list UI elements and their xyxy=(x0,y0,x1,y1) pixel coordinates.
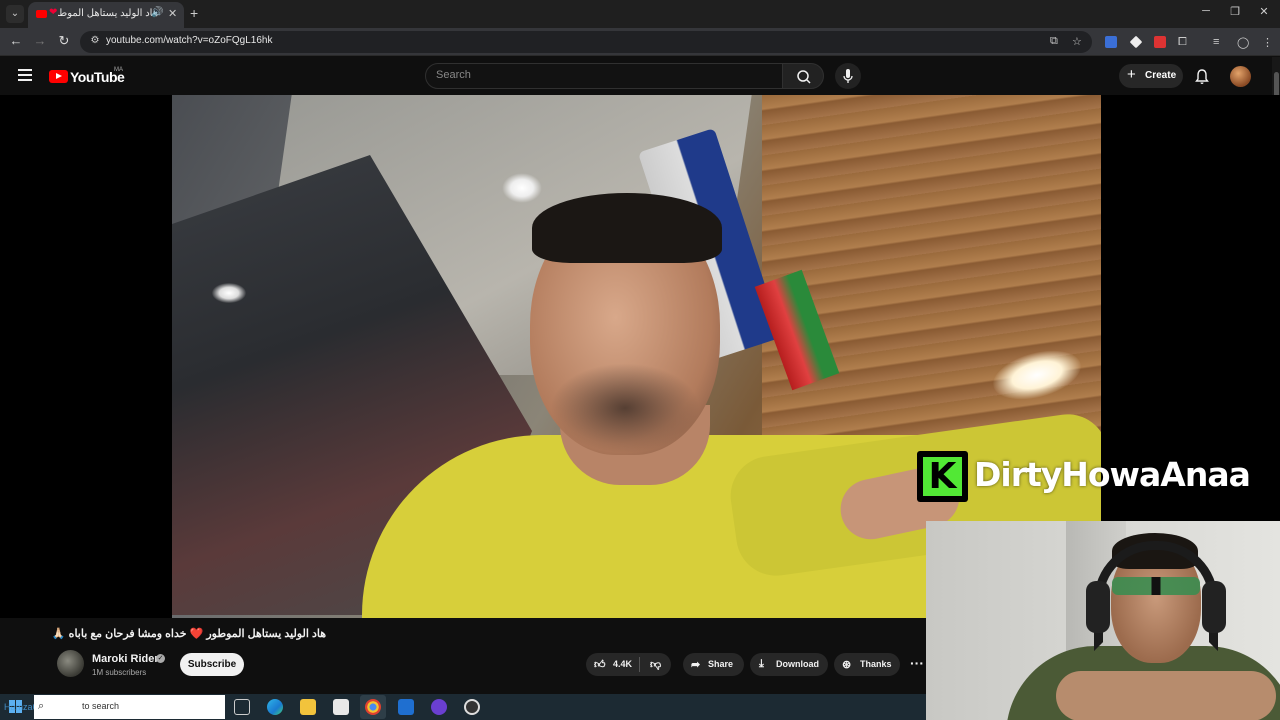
subscribe-button[interactable]: Subscribe xyxy=(180,653,244,676)
bookmark-star-icon[interactable]: ☆ xyxy=(1072,35,1082,48)
share-button[interactable]: ➦ Share xyxy=(683,653,744,676)
forward-button[interactable]: → xyxy=(31,33,49,48)
download-icon: ⤓ xyxy=(759,658,764,670)
search-icon xyxy=(797,70,811,84)
tab-search-button[interactable]: ⌄ xyxy=(6,5,24,23)
video-frame-person-beard xyxy=(550,363,700,453)
more-actions-icon[interactable]: ··· xyxy=(910,655,924,671)
profile-icon[interactable]: ◯ xyxy=(1237,36,1249,49)
channel-name[interactable]: Maroki Rider xyxy=(92,653,159,665)
minimize-button[interactable]: ─ xyxy=(1196,5,1216,17)
search-box[interactable] xyxy=(425,63,783,89)
country-code: MA xyxy=(114,67,123,73)
browser-tab-strip: ⌄ ❤ هاد الوليد يستاهل الموطور 🔊 ✕ + ─ ❐ … xyxy=(0,0,1280,28)
youtube-favicon-icon xyxy=(36,10,47,18)
stream-overlay-brand: K DirtyHowaAnaa xyxy=(917,449,1277,502)
like-count[interactable]: 4.4K xyxy=(613,659,632,669)
microsoft-store-icon[interactable] xyxy=(333,699,349,715)
thanks-button[interactable]: ⊛ Thanks xyxy=(834,653,900,676)
close-window-button[interactable]: ✕ xyxy=(1254,5,1274,18)
notifications-button[interactable] xyxy=(1193,68,1211,86)
bell-icon xyxy=(1195,69,1209,84)
verified-badge-icon: ✓ xyxy=(156,654,165,663)
edge-browser-icon[interactable] xyxy=(267,699,283,715)
heart-icon: ❤ xyxy=(49,7,58,18)
url-text[interactable]: youtube.com/watch?v=oZoFQgL16hk xyxy=(106,35,272,46)
search-icon: ⌕ xyxy=(38,700,45,712)
voice-search-button[interactable] xyxy=(835,63,861,89)
video-frame-person-hair xyxy=(532,193,722,263)
video-details: هاد الوليد يستاهل الموطور ❤️ خداه ومشا ف… xyxy=(0,618,926,694)
search-button[interactable] xyxy=(782,63,824,89)
hamburger-menu-icon[interactable] xyxy=(18,69,32,81)
account-avatar[interactable] xyxy=(1230,66,1251,87)
outlook-icon[interactable] xyxy=(398,699,414,715)
create-button[interactable]: + Create xyxy=(1119,64,1183,88)
share-label: Share xyxy=(708,659,734,669)
video-frame-light xyxy=(502,173,542,203)
maximize-button[interactable]: ❐ xyxy=(1225,5,1245,18)
video-title: هاد الوليد يستاهل الموطور ❤️ خداه ومشا ف… xyxy=(51,628,326,640)
extension-icon[interactable] xyxy=(1129,35,1143,49)
tab-title: هاد الوليد يستاهل الموطور xyxy=(58,8,158,19)
chrome-browser-icon[interactable] xyxy=(365,699,381,715)
youtube-header: YouTube MA + Create xyxy=(0,57,1280,95)
headset-earcup xyxy=(1086,581,1110,633)
download-button[interactable]: ⤓ Download xyxy=(750,653,828,676)
video-frame-light xyxy=(212,283,246,303)
windows-taskbar: Hamza6SH ⌕ to search xyxy=(0,694,926,720)
translate-extension-icon[interactable] xyxy=(1105,36,1117,48)
speaker-icon[interactable]: 🔊 xyxy=(151,7,163,18)
thanks-icon: ⊛ xyxy=(842,659,852,671)
file-explorer-icon[interactable] xyxy=(300,699,316,715)
browser-menu-icon[interactable]: ⋮ xyxy=(1262,36,1273,49)
kick-logo-icon: K xyxy=(917,451,968,502)
share-icon: ➦ xyxy=(691,659,701,671)
pdf-extension-icon[interactable] xyxy=(1154,36,1166,48)
headset-earcup xyxy=(1202,581,1226,633)
install-app-icon[interactable]: ⧉ xyxy=(1050,35,1058,48)
webcam-overlay xyxy=(926,521,1280,720)
create-label: Create xyxy=(1145,70,1177,81)
webcam-person-arms xyxy=(1056,671,1276,720)
reading-list-icon[interactable]: ≡ xyxy=(1213,36,1219,48)
dislike-icon[interactable]: 👎︎ xyxy=(650,658,661,671)
like-icon[interactable]: 👍︎ xyxy=(594,658,606,671)
taskbar-search-placeholder: to search xyxy=(82,701,120,711)
address-bar[interactable]: ⚙ youtube.com/watch?v=oZoFQgL16hk ⧉ ☆ xyxy=(80,31,1092,53)
stream-overlay-name: DirtyHowaAnaa xyxy=(974,455,1251,494)
like-dislike-group: 👍︎ 4.4K 👎︎ xyxy=(586,653,671,676)
app-icon[interactable] xyxy=(431,699,447,715)
back-button[interactable]: ← xyxy=(7,33,25,48)
new-tab-button[interactable]: + xyxy=(190,5,198,21)
kick-logo-letter: K xyxy=(923,457,962,496)
microphone-icon xyxy=(843,69,853,83)
subscriber-count: 1M subscribers xyxy=(92,668,147,677)
download-label: Download xyxy=(776,659,819,669)
thanks-label: Thanks xyxy=(860,659,892,669)
tab-close-icon[interactable]: ✕ xyxy=(168,7,177,20)
channel-avatar[interactable] xyxy=(57,650,84,677)
browser-tab-active[interactable]: ❤ هاد الوليد يستاهل الموطور 🔊 ✕ xyxy=(28,2,184,28)
like-divider xyxy=(639,657,640,672)
site-info-icon[interactable]: ⚙ xyxy=(88,35,102,49)
taskbar-search-box[interactable]: ⌕ to search xyxy=(34,695,225,719)
headset-icon xyxy=(1094,541,1218,651)
obs-studio-icon[interactable] xyxy=(464,699,480,715)
search-input[interactable] xyxy=(436,69,766,81)
plus-icon: + xyxy=(1127,66,1136,83)
browser-toolbar: ← → ↻ ⚙ youtube.com/watch?v=oZoFQgL16hk … xyxy=(0,28,1280,56)
extensions-puzzle-icon[interactable]: ⧠ xyxy=(1178,36,1187,49)
youtube-logo-icon[interactable] xyxy=(49,70,68,83)
task-view-icon[interactable] xyxy=(234,699,250,715)
reload-button[interactable]: ↻ xyxy=(55,33,73,49)
